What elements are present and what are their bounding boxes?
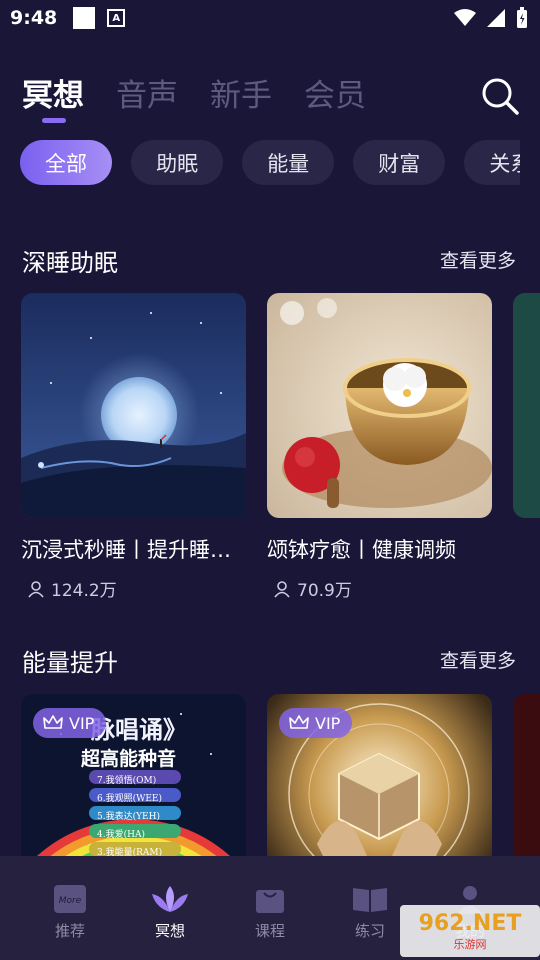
sleep-cards-row: 沉浸式秒睡丨提升睡眠质量 124.2万 颂钵疗愈丨健康调频 70.9万 [21, 293, 540, 613]
crown-icon [43, 715, 63, 729]
tab-audio[interactable]: 音声 [116, 70, 178, 115]
vip-badge: VIP [279, 708, 353, 738]
bag-icon [256, 890, 284, 913]
nav-courses[interactable]: 课程 [230, 856, 310, 960]
wifi-icon [454, 9, 476, 26]
nav-meditation[interactable]: 冥想 [130, 856, 210, 960]
card-image-partial [513, 293, 540, 518]
card-image-bowl [267, 293, 492, 518]
overlay-title: 脉唱诵》 [91, 715, 187, 744]
card-image-cube: VIP [267, 694, 492, 856]
signal-icon [487, 9, 505, 27]
card-title: 颂钵疗愈丨健康调频 [267, 538, 456, 562]
battery-icon [517, 7, 527, 28]
active-tab-indicator [42, 118, 66, 123]
card-meta: 70.9万 [273, 576, 492, 601]
section-title-energy: 能量提升 [22, 649, 118, 677]
card-partial-2[interactable] [513, 694, 540, 856]
category-chips: 全部 助眠 能量 财富 关系 [20, 140, 520, 186]
see-more-energy[interactable]: 查看更多 [440, 646, 516, 673]
status-time: 9:48 [10, 7, 58, 29]
vip-badge: VIP [33, 708, 107, 738]
card-meta: 124.2万 [27, 576, 246, 601]
play-count: 70.9万 [297, 581, 352, 601]
accessibility-icon: A [107, 9, 126, 27]
nav-recommend[interactable]: More 推荐 [30, 856, 110, 960]
card-singing-bowl[interactable]: 颂钵疗愈丨健康调频 70.9万 [267, 293, 492, 601]
card-image-moon [21, 293, 246, 518]
card-partial[interactable] [513, 293, 540, 518]
tab-beginner[interactable]: 新手 [210, 70, 272, 115]
overlay-subtitle: 超高能种音 [81, 748, 177, 770]
card-title: 沉浸式秒睡丨提升睡眠质量 [21, 538, 251, 562]
nav-practice[interactable]: 练习 [330, 856, 410, 960]
card-deep-sleep[interactable]: 沉浸式秒睡丨提升睡眠质量 124.2万 [21, 293, 251, 601]
more-app-icon: More [54, 885, 86, 913]
listener-icon [28, 580, 44, 598]
lotus-icon [152, 886, 188, 912]
chip-wealth[interactable]: 财富 [353, 140, 446, 185]
svg-text:More: More [59, 896, 82, 906]
chip-sleep[interactable]: 助眠 [131, 140, 224, 185]
status-bar: 9:48 A [0, 0, 540, 36]
book-icon [353, 888, 387, 912]
energy-cards-row: 脉唱诵》 超高能种音 7.我领悟(OM) 6.我观照(WEE) 5.我表达(YE… [21, 694, 540, 856]
card-image-rainbow: 脉唱诵》 超高能种音 7.我领悟(OM) 6.我观照(WEE) 5.我表达(YE… [21, 694, 246, 856]
section-title-sleep: 深睡助眠 [22, 249, 118, 277]
chip-all[interactable]: 全部 [20, 140, 112, 185]
top-tabs: 冥想 音声 新手 会员 [22, 70, 366, 123]
card-image-partial-2 [513, 694, 540, 856]
notification-icon [73, 7, 96, 29]
card-energy-cube[interactable]: VIP [267, 694, 492, 856]
chip-relationship[interactable]: 关系 [464, 140, 520, 185]
tab-meditation[interactable]: 冥想 [22, 70, 84, 123]
tab-membership[interactable]: 会员 [304, 70, 366, 115]
crown-icon [289, 715, 309, 729]
see-more-sleep[interactable]: 查看更多 [440, 246, 516, 273]
listener-icon [274, 580, 290, 598]
card-chakra-chant[interactable]: 脉唱诵》 超高能种音 7.我领悟(OM) 6.我观照(WEE) 5.我表达(YE… [21, 694, 246, 856]
search-icon[interactable] [480, 76, 520, 116]
chant-list: 7.我领悟(OM) 6.我观照(WEE) 5.我表达(YEH) 4.我爱(HA)… [97, 776, 163, 856]
site-watermark: 962.NET 乐游网 [400, 905, 540, 957]
play-count: 124.2万 [51, 581, 117, 601]
chip-energy[interactable]: 能量 [242, 140, 335, 185]
